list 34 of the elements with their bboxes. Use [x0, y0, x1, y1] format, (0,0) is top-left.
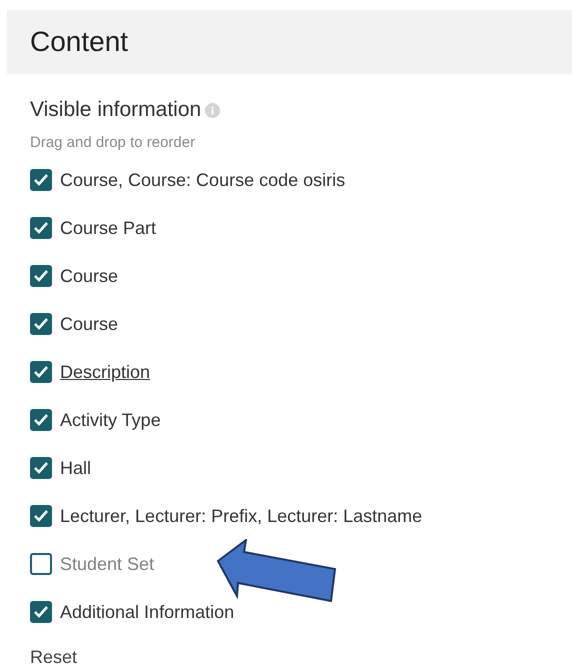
checkmark-icon	[33, 461, 49, 475]
checkmark-icon	[33, 605, 49, 619]
option-label[interactable]: Course Part	[60, 218, 156, 238]
option-label[interactable]: Course	[60, 266, 118, 286]
checkmark-icon	[33, 365, 49, 379]
checkbox[interactable]	[30, 409, 52, 431]
option-label[interactable]: Course	[60, 314, 118, 334]
reset-link[interactable]: Reset	[30, 647, 78, 668]
checkbox[interactable]	[30, 505, 52, 527]
option-label[interactable]: Lecturer, Lecturer: Prefix, Lecturer: Lastname	[60, 506, 422, 526]
option-label[interactable]: Description	[60, 362, 150, 382]
section-title: Content	[30, 26, 128, 58]
checkbox[interactable]	[30, 361, 52, 383]
checkbox[interactable]	[30, 553, 52, 575]
checkbox[interactable]	[30, 313, 52, 335]
option-label[interactable]: Course, Course: Course code osiris	[60, 170, 346, 190]
option-label[interactable]: Hall	[60, 458, 92, 478]
hint-text: Drag and drop to reorder	[30, 134, 196, 151]
option-label[interactable]: Student Set	[60, 554, 154, 574]
checkmark-icon	[33, 509, 49, 523]
option-label[interactable]: Activity Type	[60, 410, 161, 430]
arrow-icon	[216, 539, 338, 602]
checkmark-icon	[33, 173, 49, 187]
checkbox[interactable]	[30, 217, 52, 239]
group-title: Visible information	[30, 98, 202, 122]
checkbox[interactable]	[30, 265, 52, 287]
checkbox[interactable]	[30, 601, 52, 623]
option-label[interactable]: Additional Information	[60, 602, 234, 622]
checkmark-icon	[33, 413, 49, 427]
checkmark-icon	[33, 221, 49, 235]
checkmark-icon	[33, 269, 49, 283]
checkbox[interactable]	[30, 169, 52, 191]
checkmark-icon	[33, 317, 49, 331]
checkbox[interactable]	[30, 457, 52, 479]
